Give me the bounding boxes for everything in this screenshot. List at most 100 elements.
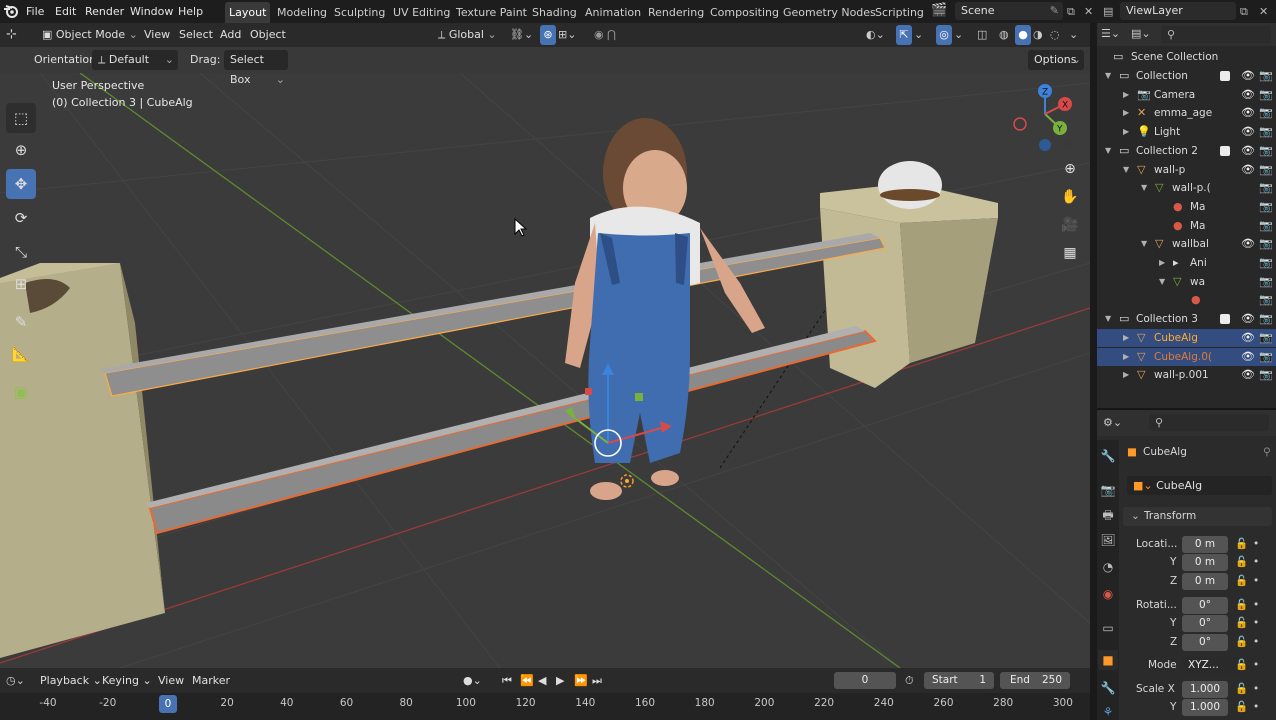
outliner-row[interactable]: ▶ 💡 Light 👁 📷 xyxy=(1097,123,1276,142)
keyframe-dot-icon[interactable]: • xyxy=(1253,656,1259,674)
collapse-arrow-icon[interactable]: ▼ xyxy=(1141,179,1147,198)
outliner-row[interactable]: ▶ ▽ CubeAlg.0(👁 📷 xyxy=(1097,347,1276,367)
render-visibility-icon[interactable]: 📷 xyxy=(1259,104,1273,123)
expand-arrow-icon[interactable]: ▶ xyxy=(1123,348,1129,367)
lock-icon[interactable]: 🔓 xyxy=(1235,572,1248,590)
scene-icon[interactable]: 🎬 xyxy=(931,1,947,21)
visibility-eye-icon[interactable]: 👁 xyxy=(1241,329,1255,348)
view-layer-tab-icon[interactable]: 🖼 xyxy=(1098,530,1118,550)
object-tab-icon[interactable]: ■ xyxy=(1098,650,1118,670)
gizmo-settings-icon[interactable]: ⌄ xyxy=(914,25,923,45)
playhead-frame-indicator[interactable]: 0 xyxy=(159,695,177,713)
visibility-eye-icon[interactable]: 👁 xyxy=(1241,67,1255,86)
transform-orientation-dropdown[interactable]: ⟂ Global ⌄ xyxy=(432,25,503,45)
camera-view-icon[interactable]: 🎥 xyxy=(1057,212,1083,238)
exclude-checkbox[interactable] xyxy=(1220,145,1230,156)
keyframe-dot-icon[interactable]: • xyxy=(1253,614,1259,632)
display-mode-icon[interactable]: ▤⌄ xyxy=(1131,24,1151,44)
render-visibility-icon[interactable]: 📷 xyxy=(1259,86,1273,105)
gizmo-toggle-icon[interactable]: ⇱ xyxy=(896,25,912,45)
render-visibility-icon[interactable]: 📷 xyxy=(1259,329,1273,348)
move-tool-icon[interactable]: ✥ xyxy=(6,169,36,199)
tab-sculpting[interactable]: Sculpting xyxy=(330,2,389,23)
expand-arrow-icon[interactable]: ▶ xyxy=(1123,329,1129,348)
outliner-row[interactable]: ▼ ▽ wa 📷 xyxy=(1097,273,1276,292)
navigation-gizmo[interactable]: Z Y X xyxy=(1008,81,1088,153)
play-reverse-icon[interactable]: ◀ xyxy=(538,671,546,691)
modifier-tab-icon[interactable]: 🔧 xyxy=(1098,678,1118,698)
lock-icon[interactable]: 🔓 xyxy=(1235,553,1248,571)
tool-tab-icon[interactable]: 🔧 xyxy=(1098,446,1118,466)
outliner-search-input[interactable]: ⚲ xyxy=(1161,26,1271,43)
expand-arrow-icon[interactable]: ▶ xyxy=(1123,104,1129,123)
menu-help[interactable]: Help xyxy=(178,0,203,23)
outliner-row[interactable]: ▶ 📷 Camera 👁 📷 xyxy=(1097,86,1276,105)
tab-geometry-nodes[interactable]: Geometry Nodes xyxy=(779,2,880,23)
render-visibility-icon[interactable]: 📷 xyxy=(1259,291,1273,310)
tab-scripting[interactable]: Scripting xyxy=(871,2,928,23)
pan-view-icon[interactable]: ✋ xyxy=(1057,184,1083,210)
rotation-x-field[interactable]: 0° xyxy=(1182,597,1228,614)
outliner-row[interactable]: ▼ ▽ wallbal 👁 📷 xyxy=(1097,235,1276,254)
select-tool-icon[interactable]: ⬚ xyxy=(6,103,36,133)
render-visibility-icon[interactable]: 📷 xyxy=(1259,198,1273,217)
jump-to-end-icon[interactable]: ⏭ xyxy=(592,671,602,691)
snap-toggle-icon[interactable]: ⊛ xyxy=(540,25,556,45)
keyframe-dot-icon[interactable]: • xyxy=(1253,553,1259,571)
properties-editor-type-icon[interactable]: ⚙⌄ xyxy=(1103,413,1122,433)
jump-to-keyframe-prev-icon[interactable]: ⏪ xyxy=(520,671,534,691)
play-icon[interactable]: ▶ xyxy=(556,671,564,691)
location-x-field[interactable]: 0 m xyxy=(1182,536,1228,553)
outliner-row[interactable]: ▼ ▽ wall-p 👁 📷 xyxy=(1097,161,1276,180)
lock-icon[interactable]: 🔓 xyxy=(1235,633,1248,651)
lock-icon[interactable]: 🔓 xyxy=(1235,535,1248,553)
jump-to-start-icon[interactable]: ⏮ xyxy=(502,671,512,691)
tab-animation[interactable]: Animation xyxy=(581,2,645,23)
proportional-edit-icon[interactable]: ◉ ⋂ xyxy=(594,25,616,45)
render-visibility-icon[interactable]: 📷 xyxy=(1259,217,1273,236)
world-tab-icon[interactable]: ◉ xyxy=(1098,584,1118,604)
render-visibility-icon[interactable]: 📷 xyxy=(1259,123,1273,142)
collapse-arrow-icon[interactable]: ▼ xyxy=(1105,310,1111,329)
collapse-arrow-icon[interactable]: ▼ xyxy=(1105,142,1111,161)
tab-shading[interactable]: Shading xyxy=(528,2,581,23)
orientation-dropdown[interactable]: ⟂ Default ⌄ xyxy=(92,50,178,70)
frame-ruler[interactable]: 0 -40-2002040608010012014016018020022024… xyxy=(0,693,1090,720)
scene-selector[interactable]: Scene ✎ xyxy=(955,2,1063,20)
exclude-checkbox[interactable] xyxy=(1220,314,1230,325)
annotate-tool-icon[interactable]: ✎ xyxy=(6,307,36,337)
solid-shading-icon[interactable]: ● xyxy=(1015,25,1031,45)
snap-settings-icon[interactable]: ⊞⌄ xyxy=(558,25,576,45)
material-shading-icon[interactable]: ◑ xyxy=(1033,25,1043,45)
drag-dropdown[interactable]: Select Box ⌄ xyxy=(224,50,288,86)
visibility-eye-icon[interactable]: 👁 xyxy=(1241,161,1255,180)
collapse-arrow-icon[interactable]: ▼ xyxy=(1105,67,1111,86)
render-tab-icon[interactable]: 📷 xyxy=(1098,480,1118,500)
keyframe-dot-icon[interactable]: • xyxy=(1253,633,1259,651)
collapse-arrow-icon[interactable]: ▼ xyxy=(1123,161,1129,180)
neg-z-axis-handle-icon[interactable] xyxy=(1039,139,1051,151)
measure-tool-icon[interactable]: 📐 xyxy=(6,339,36,369)
shading-settings-icon[interactable]: ⌄ xyxy=(1069,25,1078,45)
keyframe-dot-icon[interactable]: • xyxy=(1253,572,1259,590)
visibility-eye-icon[interactable]: 👁 xyxy=(1241,235,1255,254)
outliner-row[interactable]: ● Ma 📷 xyxy=(1097,217,1276,236)
outliner-row[interactable]: ▶ ▸ Ani 📷 xyxy=(1097,254,1276,273)
location-z-field[interactable]: 0 m xyxy=(1182,573,1228,590)
menu-edit[interactable]: Edit xyxy=(55,0,76,23)
outliner-row[interactable]: ▶ ▽ wall-p.001 👁 📷 xyxy=(1097,366,1276,385)
view-layer-icon[interactable]: ▤ xyxy=(1103,2,1113,22)
options-dropdown[interactable]: Options ⌄ xyxy=(1028,50,1084,70)
render-visibility-icon[interactable]: 📷 xyxy=(1259,67,1273,86)
keyframe-dot-icon[interactable]: • xyxy=(1253,698,1259,716)
menu-object[interactable]: Object xyxy=(250,25,286,45)
scale-tool-icon[interactable]: ⤡ xyxy=(6,237,36,267)
visibility-eye-icon[interactable]: 👁 xyxy=(1241,142,1255,161)
expand-arrow-icon[interactable]: ▶ xyxy=(1123,123,1129,142)
new-view-layer-icon[interactable]: ⧉ xyxy=(1240,2,1248,22)
render-visibility-icon[interactable]: 📷 xyxy=(1259,161,1273,180)
collection-tab-icon[interactable]: ▭ xyxy=(1098,618,1118,638)
jump-to-keyframe-next-icon[interactable]: ⏩ xyxy=(574,671,588,691)
keyframe-dot-icon[interactable]: • xyxy=(1253,680,1259,698)
rotation-y-field[interactable]: 0° xyxy=(1182,615,1228,632)
